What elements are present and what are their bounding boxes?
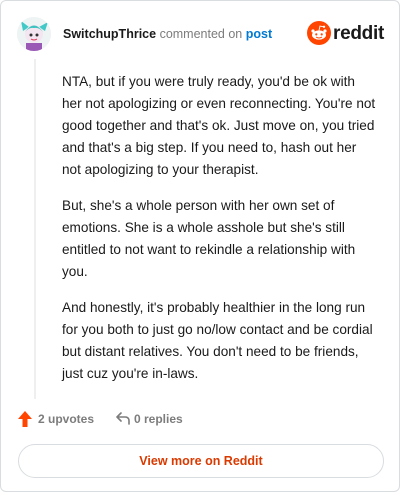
reddit-snoo-icon: [307, 21, 331, 45]
comment-footer: 2 upvotes 0 replies: [17, 409, 383, 431]
reply-arrow-icon[interactable]: [115, 410, 131, 426]
upvote-count: 2 upvotes: [38, 412, 95, 426]
upvote-arrow-icon[interactable]: [17, 410, 33, 428]
comment-embed-card: SwitchupThrice commented on post reddit …: [0, 0, 400, 492]
post-link[interactable]: post: [246, 27, 272, 41]
comment-paragraph-1: NTA, but if you were truly ready, you'd …: [62, 74, 376, 177]
comment-body: NTA, but if you were truly ready, you'd …: [62, 71, 378, 399]
comment-verb: commented on: [159, 27, 243, 41]
comment-header: SwitchupThrice commented on post reddit: [17, 17, 384, 53]
reddit-logo[interactable]: reddit: [307, 21, 384, 47]
avatar-icon: [17, 17, 51, 51]
view-more-button[interactable]: View more on Reddit: [18, 444, 384, 478]
comment-paragraph-3: And honestly, it's probably healthier in…: [62, 300, 373, 381]
reply-count: 0 replies: [134, 412, 183, 426]
user-avatar[interactable]: [17, 17, 51, 51]
reddit-wordmark: reddit: [333, 23, 384, 44]
author-line: SwitchupThrice commented on post: [63, 27, 272, 41]
author-name[interactable]: SwitchupThrice: [63, 27, 156, 41]
thread-line: [34, 59, 36, 399]
comment-paragraph-2: But, she's a whole person with her own s…: [62, 198, 356, 279]
